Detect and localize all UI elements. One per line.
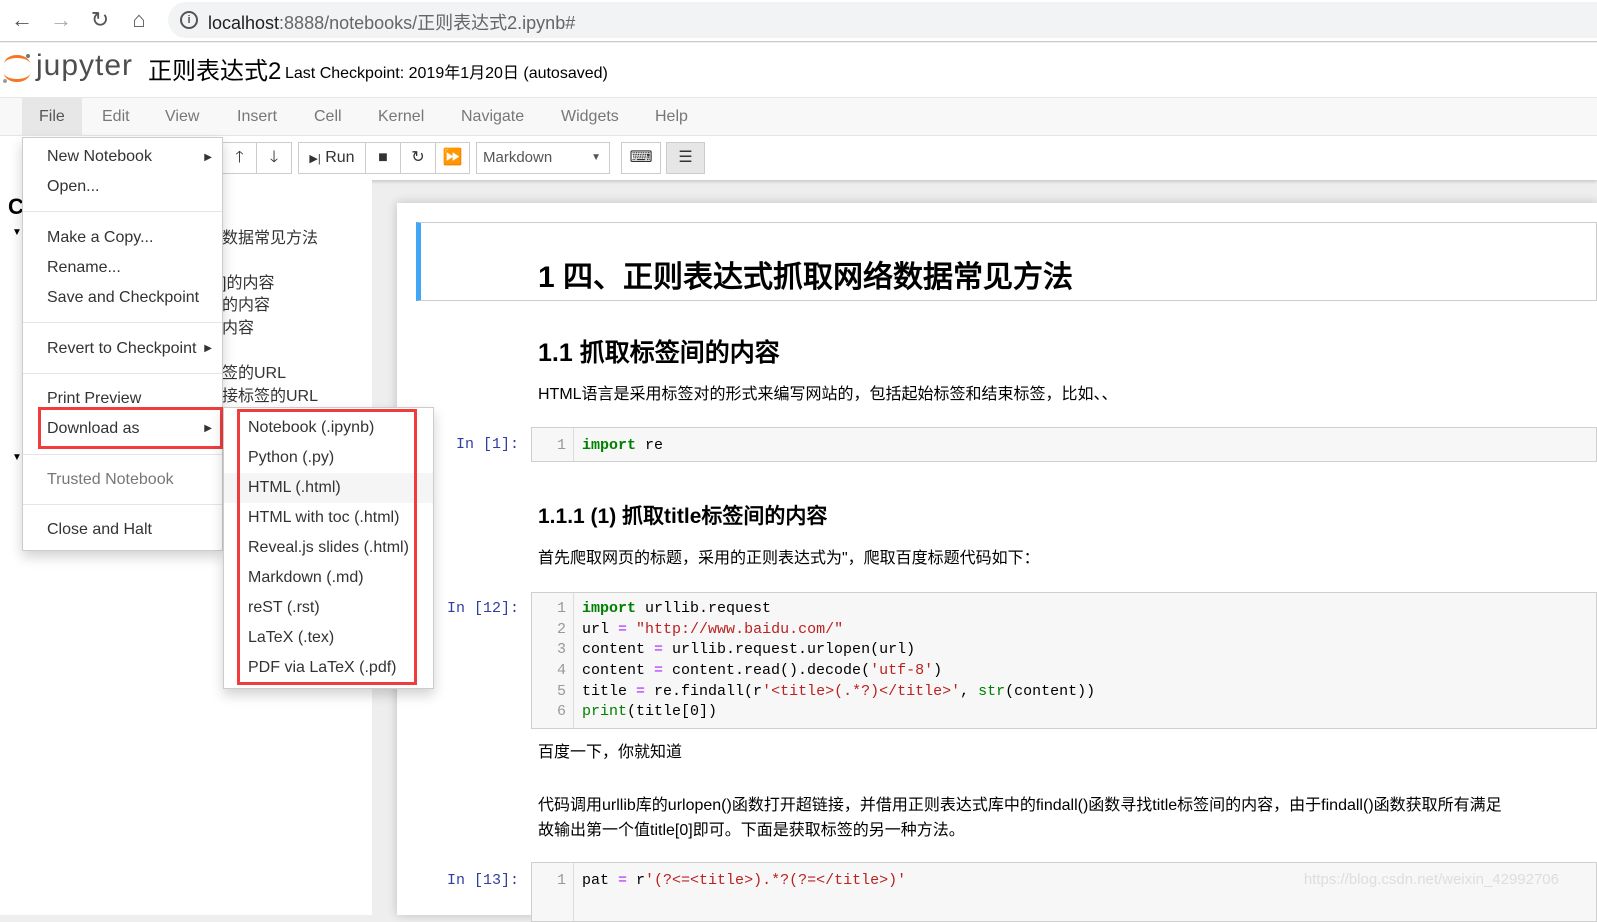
heading-2: 1.1 抓取标签间的内容 [538, 339, 780, 367]
run-label: Run [325, 149, 355, 166]
menu-insert[interactable]: Insert [220, 98, 294, 136]
forward-icon[interactable]: → [47, 6, 75, 34]
home-icon[interactable]: ⌂ [125, 6, 153, 34]
toc-item[interactable]: 内容 [222, 314, 254, 338]
line-number: 3 [556, 641, 566, 658]
menu-navigate[interactable]: Navigate [444, 98, 541, 136]
line-number: 2 [556, 621, 566, 638]
menu-item-rename[interactable]: Rename... [47, 259, 121, 277]
cell-prompt: In [12]: [447, 600, 520, 617]
menu-item-download-as[interactable]: Download as [47, 420, 140, 438]
line-number: 1 [556, 600, 566, 617]
paragraph: HTML语言是采用标签对的形式来编写网站的，包括起始标签和结束标签，比如、、 [538, 386, 1118, 403]
jupyter-logo-text: jupyter [36, 49, 134, 82]
menu-view[interactable]: View [148, 98, 216, 136]
stop-icon: ■ [378, 149, 388, 166]
line-number: 6 [556, 703, 566, 720]
url-host: localhost [208, 13, 280, 33]
info-icon[interactable]: i [180, 11, 198, 29]
paragraph: 首先爬取网页的标题，采用的正则表达式为"，爬取百度标题代码如下： [538, 550, 1040, 567]
step-forward-icon: ▶| [309, 153, 321, 165]
list-icon: ☰ [678, 149, 693, 166]
line-number: 4 [556, 662, 566, 679]
menubar: File Edit View Insert Cell Kernel Naviga… [0, 97, 1597, 136]
toc-item[interactable]: 数据常见方法 [222, 224, 318, 248]
collapse-caret-icon[interactable]: ▼ [12, 227, 22, 238]
fast-forward-icon: ⏩ [442, 149, 463, 166]
menu-item-open[interactable]: Open... [47, 178, 99, 196]
menu-item-trusted-notebook[interactable]: Trusted Notebook [47, 471, 174, 489]
browser-bar: ← → ↻ ⌂ i localhost:8888/notebooks/正则表达式… [0, 0, 1597, 42]
keyboard-icon: ⌨ [629, 149, 653, 166]
jupyter-logo-icon[interactable] [0, 51, 34, 85]
toolbar: 🡑 🡓 ▶| Run ■ ↻ ⏩ Markdown ▼ ⌨ ☰ [0, 136, 1597, 180]
move-up-button[interactable]: 🡑 [222, 142, 257, 174]
collapse-caret-icon[interactable]: ▼ [12, 452, 22, 463]
jupyter-header: jupyter 正则表达式2 Last Checkpoint: 2019年1月2… [0, 43, 1597, 97]
toc-item[interactable]: 接标签的URL [222, 382, 318, 406]
menu-help[interactable]: Help [638, 98, 705, 136]
menu-edit[interactable]: Edit [85, 98, 147, 136]
menu-kernel[interactable]: Kernel [361, 98, 441, 136]
restart-button[interactable]: ↻ [400, 142, 436, 174]
code-line: pat = r'(?<=<title>).*?(?=</title>)' [582, 872, 907, 889]
arrow-up-icon: 🡑 [235, 149, 244, 166]
line-number: 1 [556, 872, 566, 889]
heading-3: 1.1.1 (1) 抓取title标签间的内容 [538, 505, 828, 528]
back-icon[interactable]: ← [8, 6, 36, 34]
heading-1: 1 四、正则表达式抓取网络数据常见方法 [538, 261, 1074, 294]
arrow-down-icon: 🡓 [269, 149, 279, 166]
toc-item[interactable]: 签的URL [222, 359, 286, 383]
watermark: https://blog.csdn.net/weixin_42992706 [1303, 871, 1559, 888]
cell-type-value: Markdown [483, 149, 553, 166]
download-as-submenu: Notebook (.ipynb) Python (.py) HTML (.ht… [223, 407, 434, 689]
paragraph: 故输出第一个值title[0]即可。下面是获取标签的另一种方法。 [538, 822, 965, 839]
interrupt-button[interactable]: ■ [365, 142, 401, 174]
notebook-name[interactable]: 正则表达式2 [148, 51, 281, 86]
run-button[interactable]: ▶| Run [298, 142, 366, 174]
restart-icon: ↻ [411, 149, 425, 166]
code-cell[interactable]: 1 import urllib.request 2 url = "http://… [531, 592, 1597, 729]
toc-toggle-button[interactable]: ☰ [666, 142, 705, 174]
code-line: content = content.read().decode('utf-8') [582, 662, 943, 679]
menu-item-print-preview[interactable]: Print Preview [47, 390, 141, 408]
menu-widgets[interactable]: Widgets [544, 98, 636, 136]
code-line: title = re.findall(r'<title>(.*?)</title… [582, 683, 1096, 700]
cell-output: 百度一下，你就知道 [538, 744, 683, 761]
checkpoint-status: Last Checkpoint: 2019年1月20日 (autosaved) [285, 65, 608, 82]
command-palette-button[interactable]: ⌨ [621, 142, 661, 174]
menu-item-make-copy[interactable]: Make a Copy... [47, 229, 153, 247]
menu-item-close-halt[interactable]: Close and Halt [47, 521, 152, 539]
menu-item-revert-checkpoint[interactable]: Revert to Checkpoint [47, 340, 196, 358]
menu-file[interactable]: File [22, 98, 82, 136]
cell-prompt: In [1]: [456, 436, 520, 453]
file-menu-dropdown: New Notebook ▶ Open... Make a Copy... Ren… [22, 137, 223, 551]
line-number: 1 [556, 437, 566, 454]
line-number: 5 [556, 683, 566, 700]
submenu-caret-icon: ▶ [204, 343, 212, 354]
submenu-caret-icon: ▶ [204, 423, 212, 434]
cell-prompt: In [13]: [447, 872, 520, 889]
menu-cell[interactable]: Cell [297, 98, 359, 136]
code-line: import re [582, 437, 664, 454]
toc-item[interactable]: 的内容 [222, 291, 270, 315]
paragraph: 代码调用urllib库的urlopen()函数打开超链接，并借用正则表达式库中的… [538, 797, 1502, 814]
toc-item[interactable]: ]的内容 [222, 269, 274, 293]
restart-run-all-button[interactable]: ⏩ [435, 142, 470, 174]
move-down-button[interactable]: 🡓 [256, 142, 292, 174]
code-line: import urllib.request [582, 600, 772, 617]
caret-down-icon: ▼ [591, 152, 601, 163]
menu-item-new-notebook[interactable]: New Notebook [47, 148, 152, 166]
code-cell[interactable]: 1 import re [531, 427, 1597, 462]
menu-item-save-checkpoint[interactable]: Save and Checkpoint [47, 289, 199, 307]
code-line: print(title[0]) [582, 703, 718, 720]
download-options-highlight [237, 409, 417, 685]
code-line: content = urllib.request.urlopen(url) [582, 641, 916, 658]
cell-type-select[interactable]: Markdown ▼ [476, 142, 610, 174]
address-bar[interactable]: i localhost:8888/notebooks/正则表达式2.ipynb# [168, 2, 1597, 38]
reload-icon[interactable]: ↻ [86, 6, 114, 34]
submenu-caret-icon: ▶ [204, 152, 212, 163]
url-path: :8888/notebooks/正则表达式2.ipynb# [279, 13, 576, 33]
code-line: url = "http://www.baidu.com/" [582, 621, 844, 638]
